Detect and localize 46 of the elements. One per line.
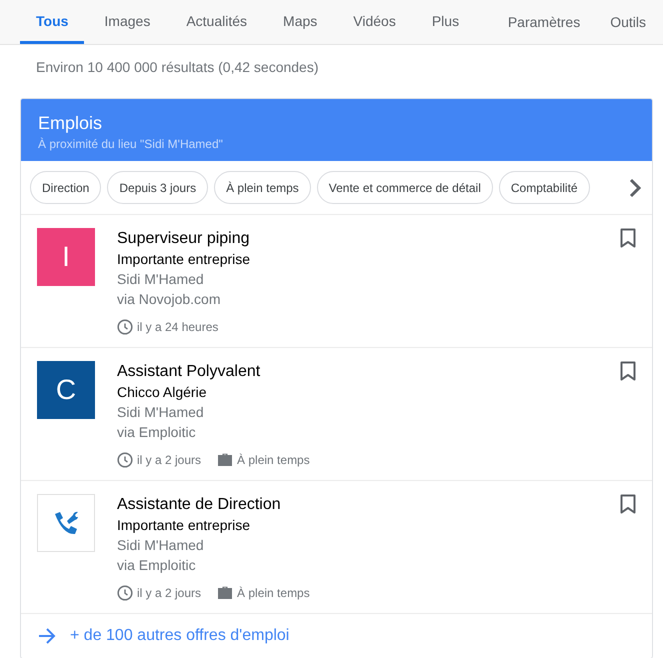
posted-time: il y a 2 jours <box>137 453 202 467</box>
tool-link[interactable]: Paramètres <box>494 0 594 44</box>
filter-chip[interactable]: Depuis 3 jours <box>107 171 208 204</box>
filter-chip[interactable]: Direction <box>30 171 102 204</box>
filter-chip[interactable]: À plein temps <box>214 171 311 204</box>
search-tab[interactable]: Plus <box>416 0 476 44</box>
job-title[interactable]: Assistante de Direction <box>117 496 620 514</box>
company-name: Importante entreprise <box>117 517 252 533</box>
job-title[interactable]: Superviseur piping <box>117 230 620 248</box>
clock-icon <box>117 319 133 335</box>
job-source: via Emploitic <box>117 557 197 573</box>
result-stats: Environ 10 400 000 résultats (0,42 secondes) <box>35 58 320 77</box>
company-logo: I <box>37 228 95 286</box>
company-name: Chicco Algérie <box>117 384 208 400</box>
search-tab[interactable]: Actualités <box>170 0 264 44</box>
company-name: Importante entreprise <box>117 251 252 267</box>
search-tab[interactable]: Images <box>88 0 166 44</box>
more-jobs-link[interactable]: + de 100 autres offres d'emploi <box>70 627 290 645</box>
filter-chip[interactable]: Comptabilité <box>498 171 590 204</box>
search-tab[interactable]: Vidéos <box>337 0 412 44</box>
tool-link[interactable]: Outils <box>597 0 659 44</box>
clock-icon <box>117 452 133 468</box>
job-location: Sidi M'Hamed <box>117 404 205 420</box>
card-subtitle: À proximité du lieu "Sidi M'Hamed" <box>38 137 224 151</box>
posted-time: il y a 2 jours <box>137 586 202 600</box>
job-source: via Emploitic <box>117 424 197 440</box>
card-title: Emplois <box>38 113 104 134</box>
job-schedule: À plein temps <box>237 586 310 600</box>
job-title[interactable]: Assistant Polyvalent <box>117 363 620 381</box>
job-location: Sidi M'Hamed <box>117 271 205 287</box>
chevron-right-icon[interactable] <box>628 178 642 198</box>
job-source: via Novojob.com <box>117 291 222 307</box>
arrow-right-icon[interactable] <box>38 628 56 644</box>
briefcase-icon <box>217 586 234 600</box>
bookmark-icon[interactable] <box>620 494 636 514</box>
company-logo: C <box>37 361 95 419</box>
clock-icon <box>117 585 133 601</box>
search-tab[interactable]: Maps <box>267 0 334 44</box>
posted-time: il y a 24 heures <box>137 320 218 334</box>
job-schedule: À plein temps <box>237 453 310 467</box>
filter-chip[interactable]: Vente et commerce de détail <box>316 171 493 204</box>
bookmark-icon[interactable] <box>620 361 636 381</box>
job-location: Sidi M'Hamed <box>117 537 205 553</box>
briefcase-icon <box>217 453 234 467</box>
bookmark-icon[interactable] <box>620 228 636 248</box>
search-tab[interactable]: Tous <box>20 0 84 44</box>
